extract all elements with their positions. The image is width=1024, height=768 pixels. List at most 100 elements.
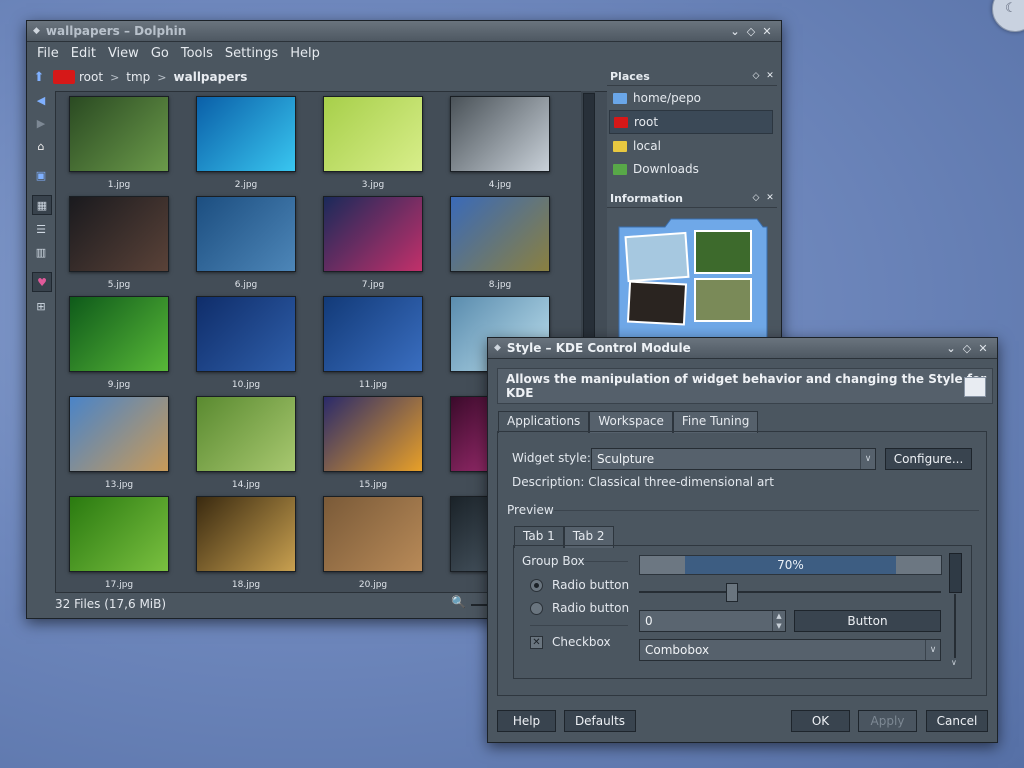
folder-icon — [613, 163, 627, 175]
places-item[interactable]: home/pepo — [609, 87, 773, 109]
details-view-icon[interactable]: ☰ — [32, 220, 50, 238]
new-folder-icon[interactable]: ▣ — [32, 166, 50, 184]
preview-icon[interactable]: ♥ — [32, 272, 52, 292]
progress-bar: 70% — [639, 555, 942, 575]
back-icon[interactable]: ◀ — [32, 91, 50, 109]
menu-settings[interactable]: Settings — [225, 46, 278, 61]
menu-edit[interactable]: Edit — [71, 46, 96, 61]
file-item[interactable]: 4.jpg — [445, 96, 555, 192]
maximize-icon[interactable]: ◇ — [959, 342, 975, 355]
defaults-button[interactable]: Defaults — [564, 710, 636, 732]
spin-arrows-icon[interactable]: ▲ ▼ — [772, 611, 785, 631]
file-item[interactable]: 10.jpg — [191, 296, 301, 392]
file-thumbnail — [196, 196, 296, 272]
scrollbar-thumb[interactable] — [583, 93, 595, 343]
status-text: 32 Files (17,6 MiB) — [55, 597, 167, 611]
file-item[interactable]: 2.jpg — [191, 96, 301, 192]
file-item[interactable]: 3.jpg — [318, 96, 428, 192]
tab-fine-tuning[interactable]: Fine Tuning — [672, 411, 759, 433]
radio-checked-icon — [530, 578, 543, 592]
forward-icon[interactable]: ▶ — [32, 114, 50, 132]
split-view-icon[interactable]: ⊞ — [32, 297, 50, 315]
dolphin-titlebar[interactable]: ◆ wallpapers – Dolphin ⌄ ◇ ✕ — [27, 21, 781, 42]
widget-style-combo[interactable]: Sculpture ∨ — [591, 448, 876, 470]
radio-unchecked-icon — [530, 601, 543, 615]
chevron-down-icon: ∨ — [951, 658, 957, 667]
file-item[interactable]: 20.jpg — [318, 496, 428, 592]
vertical-slider-handle[interactable] — [949, 553, 962, 593]
group-box-separator — [584, 561, 628, 562]
file-thumbnail — [69, 496, 169, 572]
file-name: 8.jpg — [488, 280, 512, 290]
file-item[interactable]: 7.jpg — [318, 196, 428, 292]
file-thumbnail — [196, 396, 296, 472]
zoom-icon: 🔍 — [451, 595, 466, 609]
file-item[interactable]: 1.jpg — [64, 96, 174, 192]
maximize-icon[interactable]: ◇ — [743, 25, 759, 38]
kcm-window: ◆ Style – KDE Control Module ⌄ ◇ ✕ Allow… — [487, 337, 998, 743]
spinbox[interactable]: 0 ▲ ▼ — [639, 610, 786, 632]
slider-handle[interactable] — [726, 583, 738, 602]
places-item[interactable]: local — [609, 135, 773, 157]
close-icon[interactable]: ✕ — [975, 342, 991, 355]
file-item[interactable]: 18.jpg — [191, 496, 301, 592]
menu-tools[interactable]: Tools — [181, 46, 213, 61]
columns-view-icon[interactable]: ▥ — [32, 243, 50, 261]
crumb-root[interactable]: root — [79, 70, 103, 84]
cancel-button[interactable]: Cancel — [926, 710, 988, 732]
radio-button-2[interactable]: Radio button — [530, 601, 629, 615]
crumb-wallpapers[interactable]: wallpapers — [174, 70, 248, 84]
menu-file[interactable]: File — [37, 46, 59, 61]
ok-button[interactable]: OK — [791, 710, 850, 732]
crumb-separator-icon: > — [110, 70, 120, 84]
help-button[interactable]: Help — [497, 710, 556, 732]
cashew-icon: ☾ — [1005, 1, 1017, 16]
horizontal-slider[interactable] — [639, 591, 941, 593]
file-item[interactable]: 15.jpg — [318, 396, 428, 492]
home-icon[interactable]: ⌂ — [32, 137, 50, 155]
window-menu-icon[interactable]: ◆ — [494, 343, 501, 353]
vertical-slider[interactable] — [954, 594, 956, 658]
go-up-icon[interactable]: ⬆ — [27, 70, 51, 85]
configure-button[interactable]: Configure... — [885, 448, 972, 470]
kcm-titlebar[interactable]: ◆ Style – KDE Control Module ⌄ ◇ ✕ — [488, 338, 997, 359]
minimize-icon[interactable]: ⌄ — [727, 25, 743, 38]
style-description: Description: Classical three-dimensional… — [512, 475, 774, 489]
file-thumbnail — [323, 496, 423, 572]
file-name: 6.jpg — [234, 280, 258, 290]
file-item[interactable]: 5.jpg — [64, 196, 174, 292]
checkbox[interactable]: ✕ Checkbox — [530, 635, 611, 649]
window-menu-icon[interactable]: ◆ — [33, 26, 40, 36]
menu-help[interactable]: Help — [290, 46, 320, 61]
preview-combobox[interactable]: Combobox ∨ — [639, 639, 941, 661]
close-icon[interactable]: ✕ — [759, 25, 775, 38]
file-name: 5.jpg — [107, 280, 131, 290]
crumb-tmp[interactable]: tmp — [126, 70, 150, 84]
file-name: 13.jpg — [104, 480, 134, 490]
window-title: wallpapers – Dolphin — [45, 24, 187, 38]
tab-applications[interactable]: Applications — [498, 411, 590, 433]
tab-workspace[interactable]: Workspace — [589, 411, 673, 433]
preview-button[interactable]: Button — [794, 610, 941, 632]
float-icon[interactable]: ◇ — [749, 193, 763, 203]
file-item[interactable]: 8.jpg — [445, 196, 555, 292]
apply-button[interactable]: Apply — [858, 710, 917, 732]
menu-view[interactable]: View — [108, 46, 139, 61]
places-item[interactable]: root — [609, 110, 773, 134]
file-item[interactable]: 9.jpg — [64, 296, 174, 392]
minimize-icon[interactable]: ⌄ — [943, 342, 959, 355]
radio-button-1[interactable]: Radio button — [530, 578, 629, 592]
places-item[interactable]: Downloads — [609, 158, 773, 180]
desktop-corner-button[interactable]: ☾ — [992, 0, 1024, 32]
menu-go[interactable]: Go — [151, 46, 169, 61]
file-item[interactable]: 17.jpg — [64, 496, 174, 592]
file-item[interactable]: 14.jpg — [191, 396, 301, 492]
icons-view-icon[interactable]: ▦ — [32, 195, 52, 215]
close-icon[interactable]: ✕ — [763, 71, 777, 81]
float-icon[interactable]: ◇ — [749, 71, 763, 81]
file-item[interactable]: 6.jpg — [191, 196, 301, 292]
close-icon[interactable]: ✕ — [763, 193, 777, 203]
file-thumbnail — [69, 96, 169, 172]
file-item[interactable]: 11.jpg — [318, 296, 428, 392]
file-item[interactable]: 13.jpg — [64, 396, 174, 492]
